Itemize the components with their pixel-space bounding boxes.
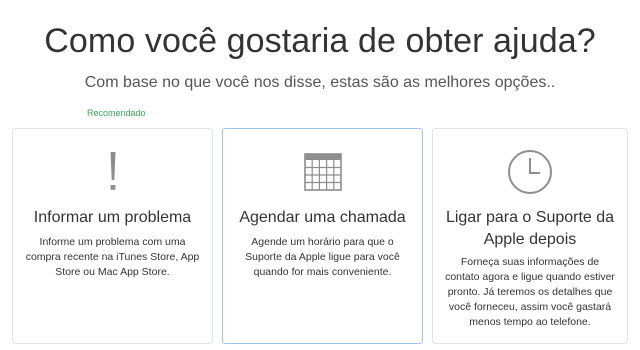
page-subtitle: Com base no que você nos disse, estas sã… <box>84 74 556 91</box>
exclamation-icon <box>13 149 212 195</box>
option-card-report-problem[interactable]: Informar um problema Informe um problema… <box>12 128 213 344</box>
support-options-page: Como você gostaria de obter ajuda? Com b… <box>0 0 640 350</box>
option-description: Agende um horário para que o Suporte da … <box>245 236 400 278</box>
option-card-schedule-call[interactable]: Agendar uma chamada Agende um horário pa… <box>222 128 423 344</box>
option-description: Informe um problema com uma compra recen… <box>25 236 200 278</box>
calendar-icon <box>223 149 422 195</box>
option-card-call-later[interactable]: Ligar para o Suporte da Apple depois For… <box>432 128 628 344</box>
clock-icon <box>433 149 627 195</box>
recommended-label: Recomendado <box>87 108 146 118</box>
option-description: Forneça suas informações de contato agor… <box>445 256 615 328</box>
option-title: Agendar uma chamada <box>239 209 406 226</box>
option-title: Ligar para o Suporte da Apple depois <box>445 209 615 248</box>
option-title: Informar um problema <box>33 209 192 226</box>
page-title: Como você gostaria de obter ajuda? <box>44 22 596 60</box>
